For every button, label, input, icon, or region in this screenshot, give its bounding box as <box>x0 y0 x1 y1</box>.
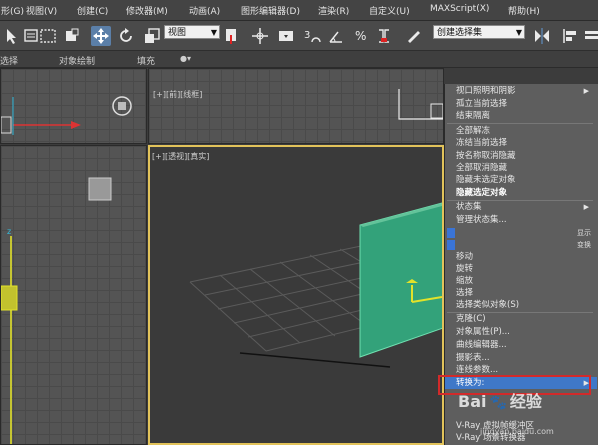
ribbon-tab-object-paint[interactable]: 对象绘制 <box>59 54 95 67</box>
menu-item-view[interactable]: 视图(V) <box>26 4 57 17</box>
angle-snap-icon[interactable] <box>326 26 346 46</box>
menu-item-isolate[interactable]: 孤立当前选择 <box>445 99 595 110</box>
window-crossing-icon[interactable] <box>62 26 82 46</box>
ribbon-tab-populate[interactable]: 填充 <box>137 54 155 67</box>
scale-icon[interactable] <box>142 26 162 46</box>
menu-item-customize[interactable]: 自定义(U) <box>369 4 410 17</box>
menu-item-manage-state-sets[interactable]: 管理状态集... <box>445 215 595 226</box>
menu-item-move[interactable]: 移动 <box>445 252 595 263</box>
svg-text:z: z <box>7 227 11 236</box>
select-object-icon[interactable] <box>2 26 22 46</box>
mirror-icon[interactable] <box>532 26 552 46</box>
menu-quad-label-transform: 变换 <box>445 240 595 251</box>
viewport-top-left[interactable] <box>0 68 147 144</box>
box-outline-front <box>398 89 443 120</box>
chevron-down-icon: ▼ <box>210 28 217 37</box>
viewport-front[interactable]: [+][前][线框] <box>148 68 444 144</box>
menu-item-end-isolate[interactable]: 结束隔离 <box>445 111 595 122</box>
paw-icon: 🐾 <box>489 395 507 411</box>
edit-named-selection-icon[interactable] <box>404 26 424 46</box>
pivot-icon[interactable] <box>222 26 242 46</box>
menu-divider <box>447 123 593 124</box>
menu-item-curve-editor[interactable]: 曲线编辑器... <box>445 340 595 351</box>
menu-item-maxscript[interactable]: MAXScript(X) <box>430 4 489 14</box>
menu-item-unhide-all[interactable]: 全部取消隐藏 <box>445 163 595 174</box>
menu-divider <box>447 312 593 313</box>
svg-text:%: % <box>355 29 366 43</box>
watermark-url: jingyan.baidu.com <box>480 427 554 436</box>
ribbon-tab-selection[interactable]: 选择 <box>0 54 18 67</box>
main-toolbar: 视图 ▼ 3 % 创建选择集 ▼ <box>0 21 598 51</box>
rotate-icon[interactable] <box>116 26 136 46</box>
menu-item-animation[interactable]: 动画(A) <box>189 4 220 17</box>
quad-color-marker <box>447 228 455 238</box>
align-icon[interactable] <box>560 26 580 46</box>
menu-item-modifiers[interactable]: 修改器(M) <box>126 4 168 17</box>
menu-item-shape[interactable]: 形(G) <box>1 4 24 17</box>
menu-item-help[interactable]: 帮助(H) <box>508 4 540 17</box>
move-icon[interactable] <box>91 26 111 46</box>
menu-item-graph-editors[interactable]: 图形编辑器(D) <box>241 4 300 17</box>
menu-item-state-sets[interactable]: 状态集 ▶ <box>445 202 595 213</box>
menu-item-rendering[interactable]: 渲染(R) <box>318 4 349 17</box>
baidu-watermark: Bai 🐾 经验 <box>458 392 542 411</box>
menu-item-select-similar[interactable]: 选择类似对象(S) <box>445 300 595 311</box>
menu-item-viewport-lighting[interactable]: 视口照明和阴影 ▶ <box>445 86 595 97</box>
menu-item-hide-unselected[interactable]: 隐藏未选定对象 <box>445 175 595 186</box>
left-view-gizmo: z <box>1 177 112 444</box>
rect-select-icon[interactable] <box>38 26 58 46</box>
menu-item-hide-selection[interactable]: 隐藏选定对象 <box>445 188 595 199</box>
menu-item-unfreeze-all[interactable]: 全部解冻 <box>445 126 595 137</box>
percent-snap-icon[interactable]: % <box>352 26 372 46</box>
svg-text:3: 3 <box>304 30 310 41</box>
spinner-snap-icon[interactable] <box>374 26 394 46</box>
snap-icon[interactable]: 3 <box>302 26 322 46</box>
axis-gizmo <box>1 96 132 135</box>
select-and-manipulate-icon[interactable] <box>250 26 270 46</box>
keyboard-shortcut-icon[interactable] <box>276 26 296 46</box>
menu-item-unhide-by-name[interactable]: 按名称取消隐藏 <box>445 151 595 162</box>
menu-quad-label-display: 显示 <box>445 228 595 239</box>
named-selection-dropdown[interactable]: 创建选择集 ▼ <box>433 25 525 39</box>
menu-item-create[interactable]: 创建(C) <box>77 4 108 17</box>
chevron-down-icon: ▼ <box>515 28 522 37</box>
menu-item-freeze-selection[interactable]: 冻结当前选择 <box>445 138 595 149</box>
chevron-right-icon: ▶ <box>583 203 589 211</box>
quad-color-marker <box>447 240 455 250</box>
layer-icon[interactable] <box>582 26 598 46</box>
menu-item-dope-sheet[interactable]: 摄影表... <box>445 353 595 364</box>
menu-divider <box>447 200 593 201</box>
menu-item-rotate[interactable]: 旋转 <box>445 264 595 275</box>
menu-bar: 形(G) 视图(V) 创建(C) 修改器(M) 动画(A) 图形编辑器(D) 渲… <box>0 0 598 21</box>
menu-item-select[interactable]: 选择 <box>445 288 595 299</box>
ribbon-bar: 选择 对象绘制 填充 ●▾ <box>0 51 598 68</box>
perspective-scene <box>189 202 442 368</box>
chevron-right-icon: ▶ <box>583 87 589 95</box>
menu-item-scale[interactable]: 缩放 <box>445 276 595 287</box>
reference-coord-dropdown[interactable]: 视图 ▼ <box>164 25 220 39</box>
ribbon-options-icon[interactable]: ●▾ <box>180 54 191 63</box>
viewport-perspective[interactable]: [+][透视][真实] <box>148 145 444 445</box>
menu-item-object-properties[interactable]: 对象属性(P)... <box>445 327 595 338</box>
viewport-left[interactable]: z <box>0 145 147 445</box>
menu-item-clone[interactable]: 克隆(C) <box>445 314 595 325</box>
